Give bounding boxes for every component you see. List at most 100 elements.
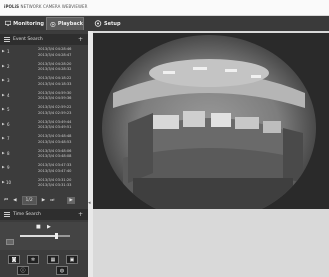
row-number: 1 [7,49,10,54]
list-item[interactable]: ▶ 9 2013/3/4 03:47:33 2013/3/4 03:47:40 [0,161,88,175]
time-search-header[interactable]: Time Search + [0,209,88,220]
stop-button[interactable]: ■ [36,224,41,230]
audio-button[interactable]: ◍ [56,266,68,275]
video-frame[interactable] [93,33,329,209]
list-item[interactable]: ▶ 7 2013/3/4 03:48:48 2013/3/4 03:48:53 [0,132,88,146]
tab-playback[interactable]: Playback [46,17,84,30]
video-viewer [93,31,329,277]
app-title-text: NETWORK CAMERA WEBVIEWER [20,4,88,9]
list-item[interactable]: ▶ 3 2013/3/4 04:18:22 2013/3/4 04:18:33 [0,74,88,88]
row-end-time: 2013/3/4 04:59:36 [38,96,72,100]
tab-playback-label: Playback [57,21,83,27]
prev-page-button[interactable]: ◀ [13,198,16,203]
audio-icon: ◍ [59,267,65,274]
row-number: 2 [7,63,10,69]
speed-dial[interactable] [6,239,14,245]
monitor-icon [5,20,12,26]
event-search-label: Event Search [13,37,43,42]
row-start-time: 2013/3/4 02:59:22 [38,105,72,109]
list-item[interactable]: ▶ 1 2013/3/4 04:28:46 2013/3/4 04:28:47 [0,45,88,59]
row-number: 9 [7,165,10,170]
split-view-button[interactable]: ▦ [47,255,59,264]
row-end-time: 2013/3/4 04:18:33 [38,81,72,86]
tab-setup-label: Setup [104,20,121,27]
page-indicator: 1/2 [21,195,37,205]
row-arrow-icon: ▶ [2,78,5,82]
settings-button[interactable]: ✲ [27,255,39,264]
row-start-time: 2013/3/4 04:18:22 [38,76,72,80]
tab-monitoring[interactable]: Monitoring [2,17,44,30]
row-arrow-icon: ▶ [2,136,5,140]
row-start-time: 2013/3/4 04:28:46 [38,47,72,51]
camera-icon: ◙ [11,256,17,263]
go-page-button[interactable]: ▶ [67,196,75,204]
time-search-add-button[interactable]: + [78,211,83,218]
playback-controls: ■ ▶ [0,222,88,250]
row-end-time: 2013/3/4 03:48:53 [38,139,72,144]
viewer-toolbar: ◙ ✲ ▦ ▣ ⓘ ◍ [0,252,88,277]
gear-icon [94,20,102,27]
list-icon [4,212,10,217]
row-arrow-icon: ▶ [2,121,5,126]
next-page-button[interactable]: ▶ [42,198,45,203]
row-number: 3 [7,78,10,83]
info-icon: ⓘ [20,268,26,274]
fisheye-image [93,33,329,209]
time-search-label: Time Search [13,212,41,217]
row-start-time: 2013/3/4 03:48:48 [38,134,72,138]
row-end-time: 2013/3/4 04:28:32 [38,67,72,71]
row-end-time: 2013/3/4 02:59:23 [38,110,72,115]
main-tabs: Monitoring Playback Setup [0,16,329,31]
row-start-time: 2013/3/4 04:59:30 [38,90,72,95]
slider-fill [20,235,56,237]
row-number: 4 [7,92,10,98]
list-item[interactable]: ▶ 4 2013/3/4 04:59:30 2013/3/4 04:59:36 [0,89,88,103]
row-arrow-icon: ▶ [2,179,5,184]
row-start-time: 2013/3/4 03:47:33 [38,163,72,167]
event-search-add-button[interactable]: + [78,36,83,43]
playback-icon [50,21,56,27]
list-item[interactable]: ▶ 5 2013/3/4 02:59:22 2013/3/4 02:59:23 [0,103,88,117]
tab-monitoring-label: Monitoring [13,20,44,27]
webviewer-app: iPOLiS NETWORK CAMERA WEBVIEWER Monitori… [0,0,329,277]
result-pager: ⏮ ◀ 1/2 ▶ ⏭ ▶ [4,195,80,205]
last-page-button[interactable]: ⏭ [50,197,54,203]
row-end-time: 2013/3/4 03:49:51 [38,125,72,129]
slider-thumb[interactable] [55,233,58,239]
first-page-button[interactable]: ⏮ [4,197,8,203]
row-start-time: 2013/3/4 04:28:20 [38,61,72,66]
row-number: 10 [6,179,12,185]
row-start-time: 2013/3/4 03:48:06 [38,148,72,153]
row-end-time: 2013/3/4 03:48:08 [38,154,72,158]
row-arrow-icon: ▶ [2,49,5,53]
grid-icon: ▦ [50,256,56,263]
row-end-time: 2013/3/4 03:31:33 [38,183,72,187]
row-end-time: 2013/3/4 03:47:40 [38,168,72,173]
sidebar-collapse-handle[interactable]: ◂ [88,200,92,210]
list-item[interactable]: ▶ 8 2013/3/4 03:48:06 2013/3/4 03:48:08 [0,147,88,161]
play-button[interactable]: ▶ [47,224,51,230]
title-bar: iPOLiS NETWORK CAMERA WEBVIEWER [0,0,329,16]
row-end-time: 2013/3/4 04:28:47 [38,52,72,57]
list-item[interactable]: ▶ 6 2013/3/4 03:49:44 2013/3/4 03:49:51 [0,118,88,132]
row-start-time: 2013/3/4 03:31:20 [38,177,72,182]
brand-logo: iPOLiS [4,4,20,9]
speed-slider[interactable] [20,233,70,239]
row-start-time: 2013/3/4 03:49:44 [38,119,72,124]
fullscreen-icon: ▣ [69,256,75,263]
playback-sidebar: Event Search + ▶ 1 2013/3/4 04:28:46 201… [0,31,88,277]
fullscreen-button[interactable]: ▣ [66,255,78,264]
row-arrow-icon: ▶ [2,165,5,169]
info-button[interactable]: ⓘ [17,266,29,275]
row-arrow-icon: ▶ [2,63,5,68]
settings-icon: ✲ [30,256,36,263]
row-number: 5 [7,107,10,112]
list-item[interactable]: ▶ 10 2013/3/4 03:31:20 2013/3/4 03:31:33 [0,176,88,190]
row-number: 8 [7,150,10,156]
list-item[interactable]: ▶ 2 2013/3/4 04:28:20 2013/3/4 04:28:32 [0,60,88,74]
capture-button[interactable]: ◙ [8,255,20,264]
tab-setup[interactable]: Setup [91,17,121,30]
row-arrow-icon: ▶ [2,92,5,97]
row-number: 7 [7,136,10,141]
event-search-header[interactable]: Event Search + [0,34,88,45]
